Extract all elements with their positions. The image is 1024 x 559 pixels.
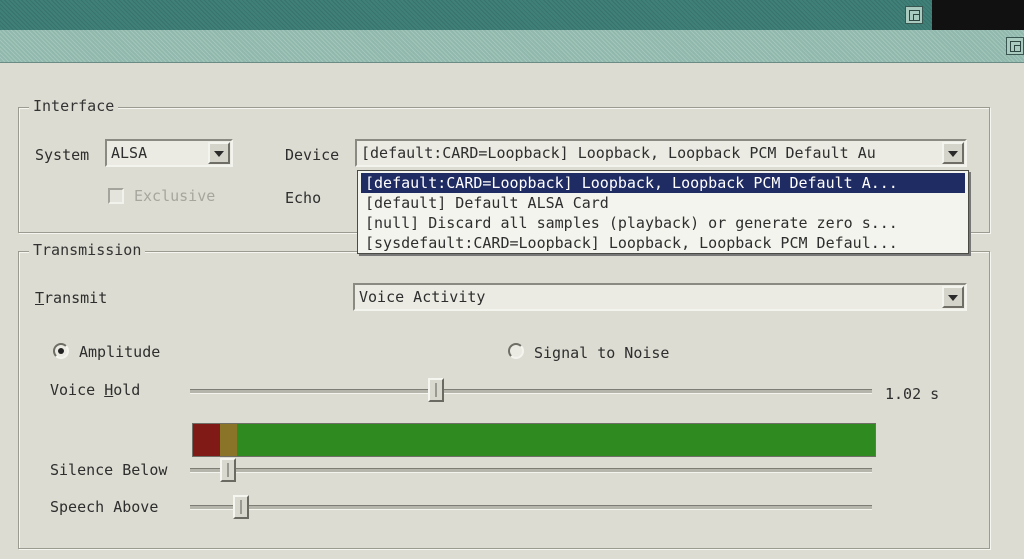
echo-label: Echo <box>285 189 322 207</box>
voice-hold-label: Voice Hold <box>50 381 140 399</box>
voice-hold-label-a: Voice <box>50 381 105 399</box>
speech-above-slider-handle[interactable] <box>233 495 250 519</box>
speech-above-label: Speech Above <box>50 498 159 516</box>
restore-dialog-icon[interactable] <box>1006 37 1024 55</box>
meter-transition-zone <box>220 424 238 456</box>
transmit-select-value: Voice Activity <box>359 288 486 306</box>
restore-window-icon[interactable] <box>905 6 923 24</box>
device-select-value: [default:CARD=Loopback] Loopback, Loopba… <box>361 144 876 162</box>
system-label: System <box>35 146 90 164</box>
chevron-down-icon[interactable] <box>208 142 230 164</box>
voice-hold-label-b: old <box>113 381 141 399</box>
interface-group-title: Interface <box>29 97 119 115</box>
voice-hold-slider-handle[interactable] <box>427 378 444 402</box>
device-select[interactable]: [default:CARD=Loopback] Loopback, Loopba… <box>355 139 967 167</box>
speech-above-track[interactable] <box>190 505 872 510</box>
transmit-mnemonic: T <box>35 289 45 307</box>
device-option[interactable]: [default] Default ALSA Card <box>361 193 965 213</box>
transmission-group-title: Transmission <box>29 241 146 259</box>
meter-silence-zone <box>193 424 221 456</box>
voice-hold-mnemonic: H <box>104 381 114 399</box>
chevron-down-icon[interactable] <box>942 142 964 164</box>
desktop-corner <box>932 0 1024 30</box>
device-option[interactable]: [default:CARD=Loopback] Loopback, Loopba… <box>361 173 965 193</box>
chevron-down-icon[interactable] <box>942 286 964 308</box>
amplitude-radio[interactable] <box>53 343 69 359</box>
transmit-label: Transmit <box>35 289 107 307</box>
exclusive-label: Exclusive <box>134 187 216 205</box>
system-select-value: ALSA <box>111 144 148 162</box>
signal-to-noise-radio[interactable] <box>508 343 524 359</box>
system-select[interactable]: ALSA <box>105 139 233 167</box>
signal-to-noise-label: Signal to Noise <box>534 344 670 362</box>
dialog-titlebar[interactable] <box>0 30 1024 63</box>
silence-below-track[interactable] <box>190 468 872 473</box>
audio-level-meter <box>192 423 876 457</box>
silence-below-slider-handle[interactable] <box>219 458 236 482</box>
device-option[interactable]: [sysdefault:CARD=Loopback] Loopback, Loo… <box>361 233 965 253</box>
exclusive-checkbox[interactable] <box>108 188 124 204</box>
device-dropdown-list[interactable]: [default:CARD=Loopback] Loopback, Loopba… <box>357 170 969 254</box>
background-window-titlebar[interactable] <box>0 0 932 30</box>
voice-hold-track[interactable] <box>190 389 872 394</box>
voice-hold-value: 1.02 s <box>885 385 940 403</box>
meter-speech-zone <box>237 424 875 456</box>
device-label: Device <box>285 146 340 164</box>
silence-below-label: Silence Below <box>50 461 168 479</box>
amplitude-label: Amplitude <box>79 343 161 361</box>
transmit-label-rest: ransmit <box>44 289 108 307</box>
device-option[interactable]: [null] Discard all samples (playback) or… <box>361 213 965 233</box>
transmit-select[interactable]: Voice Activity <box>353 283 967 311</box>
